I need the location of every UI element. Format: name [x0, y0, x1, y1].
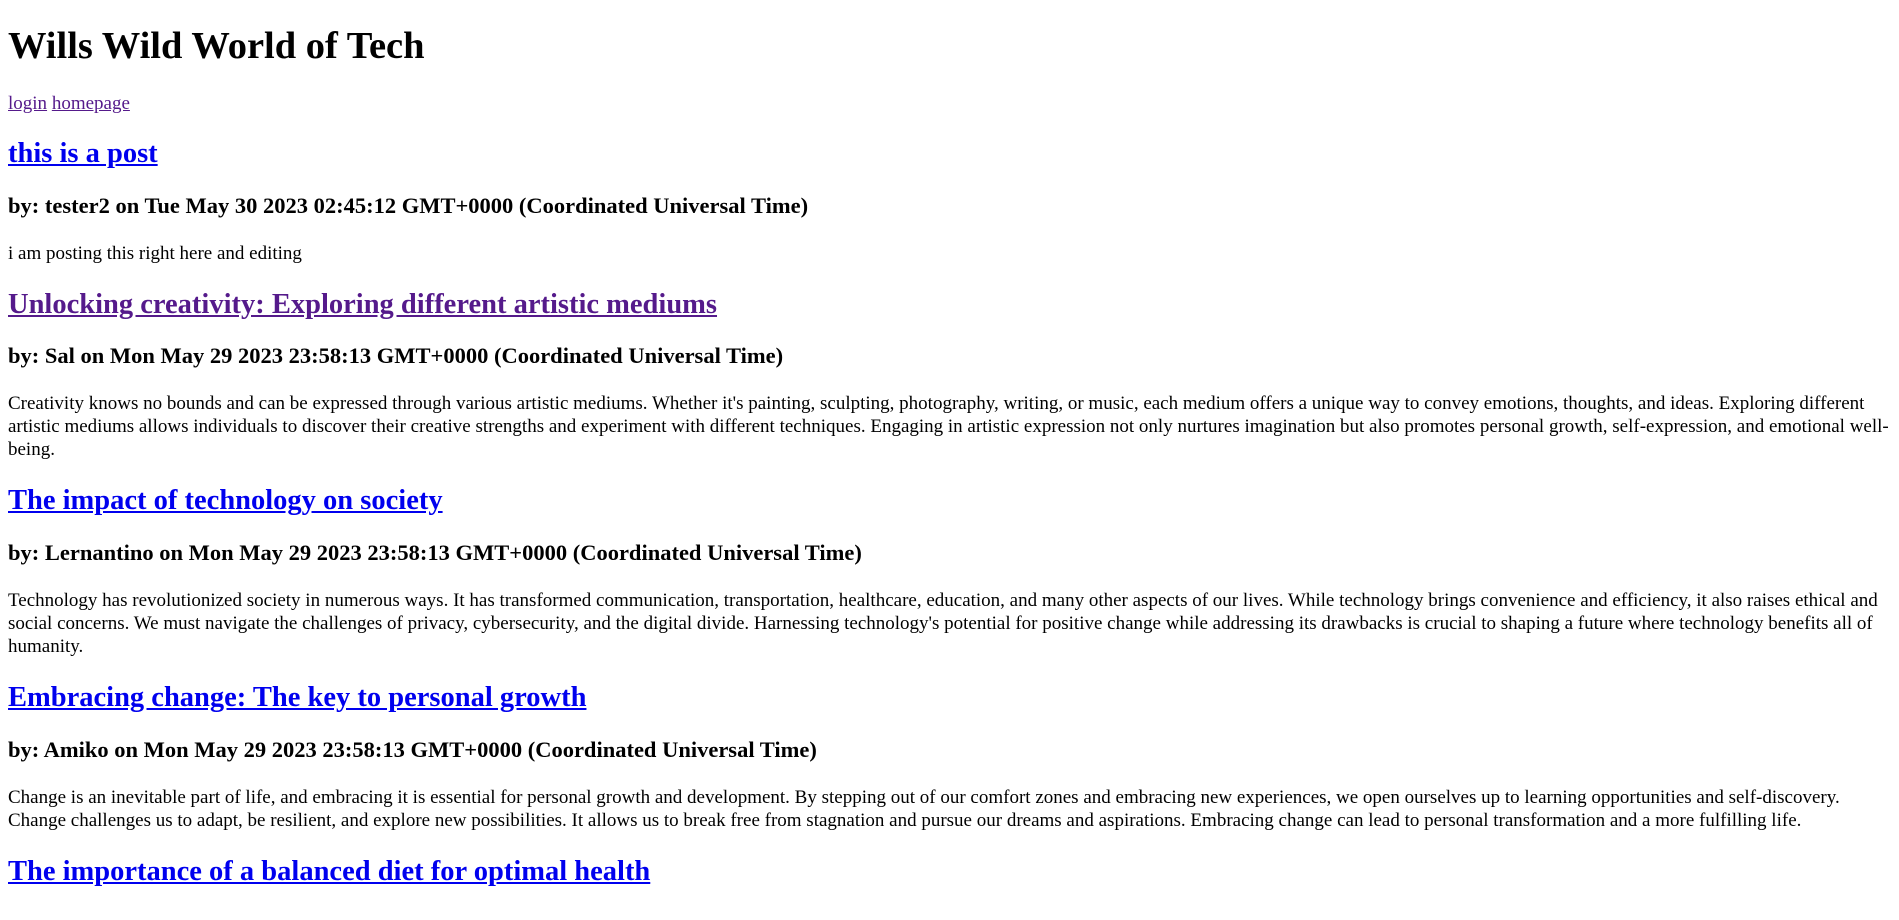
site-title: Wills Wild World of Tech	[8, 25, 425, 67]
post-body: Change is an inevitable part of life, an…	[8, 786, 1840, 831]
post-body: i am posting this right here and editing	[8, 242, 302, 264]
post-2: Unlocking creativity: Exploring differen…	[8, 289, 1891, 462]
post-5: The importance of a balanced diet for op…	[8, 856, 1891, 889]
post-3: The impact of technology on society by: …	[8, 485, 1891, 658]
post-body: Creativity knows no bounds and can be ex…	[8, 393, 1889, 461]
post-title: The impact of technology on society	[8, 485, 1891, 518]
post-title-link[interactable]: The impact of technology on society	[8, 485, 443, 516]
post-title-link[interactable]: Embracing change: The key to personal gr…	[8, 682, 586, 713]
post-title: The importance of a balanced diet for op…	[8, 856, 1891, 889]
post-title: this is a post	[8, 138, 1891, 171]
page: Wills Wild World of Tech login homepage …	[0, 24, 1899, 888]
post-byline: by: Sal on Mon May 29 2023 23:58:13 GMT+…	[8, 343, 784, 369]
post-title: Unlocking creativity: Exploring differen…	[8, 289, 1891, 322]
post-body: Technology has revolutionized society in…	[8, 589, 1878, 657]
post-title: Embracing change: The key to personal gr…	[8, 682, 1891, 715]
login-link[interactable]: login	[8, 93, 47, 114]
post-byline: by: Lernantino on Mon May 29 2023 23:58:…	[8, 540, 862, 566]
nav-bar: login homepage	[8, 93, 1891, 116]
post-byline: by: tester2 on Tue May 30 2023 02:45:12 …	[8, 192, 809, 218]
post-title-link[interactable]: this is a post	[8, 138, 158, 169]
post-title-link[interactable]: The importance of a balanced diet for op…	[8, 856, 650, 887]
post-byline: by: Amiko on Mon May 29 2023 23:58:13 GM…	[8, 736, 817, 762]
post-1: this is a post by: tester2 on Tue May 30…	[8, 138, 1891, 265]
homepage-link[interactable]: homepage	[52, 93, 130, 114]
post-4: Embracing change: The key to personal gr…	[8, 682, 1891, 832]
post-title-link[interactable]: Unlocking creativity: Exploring differen…	[8, 289, 717, 320]
